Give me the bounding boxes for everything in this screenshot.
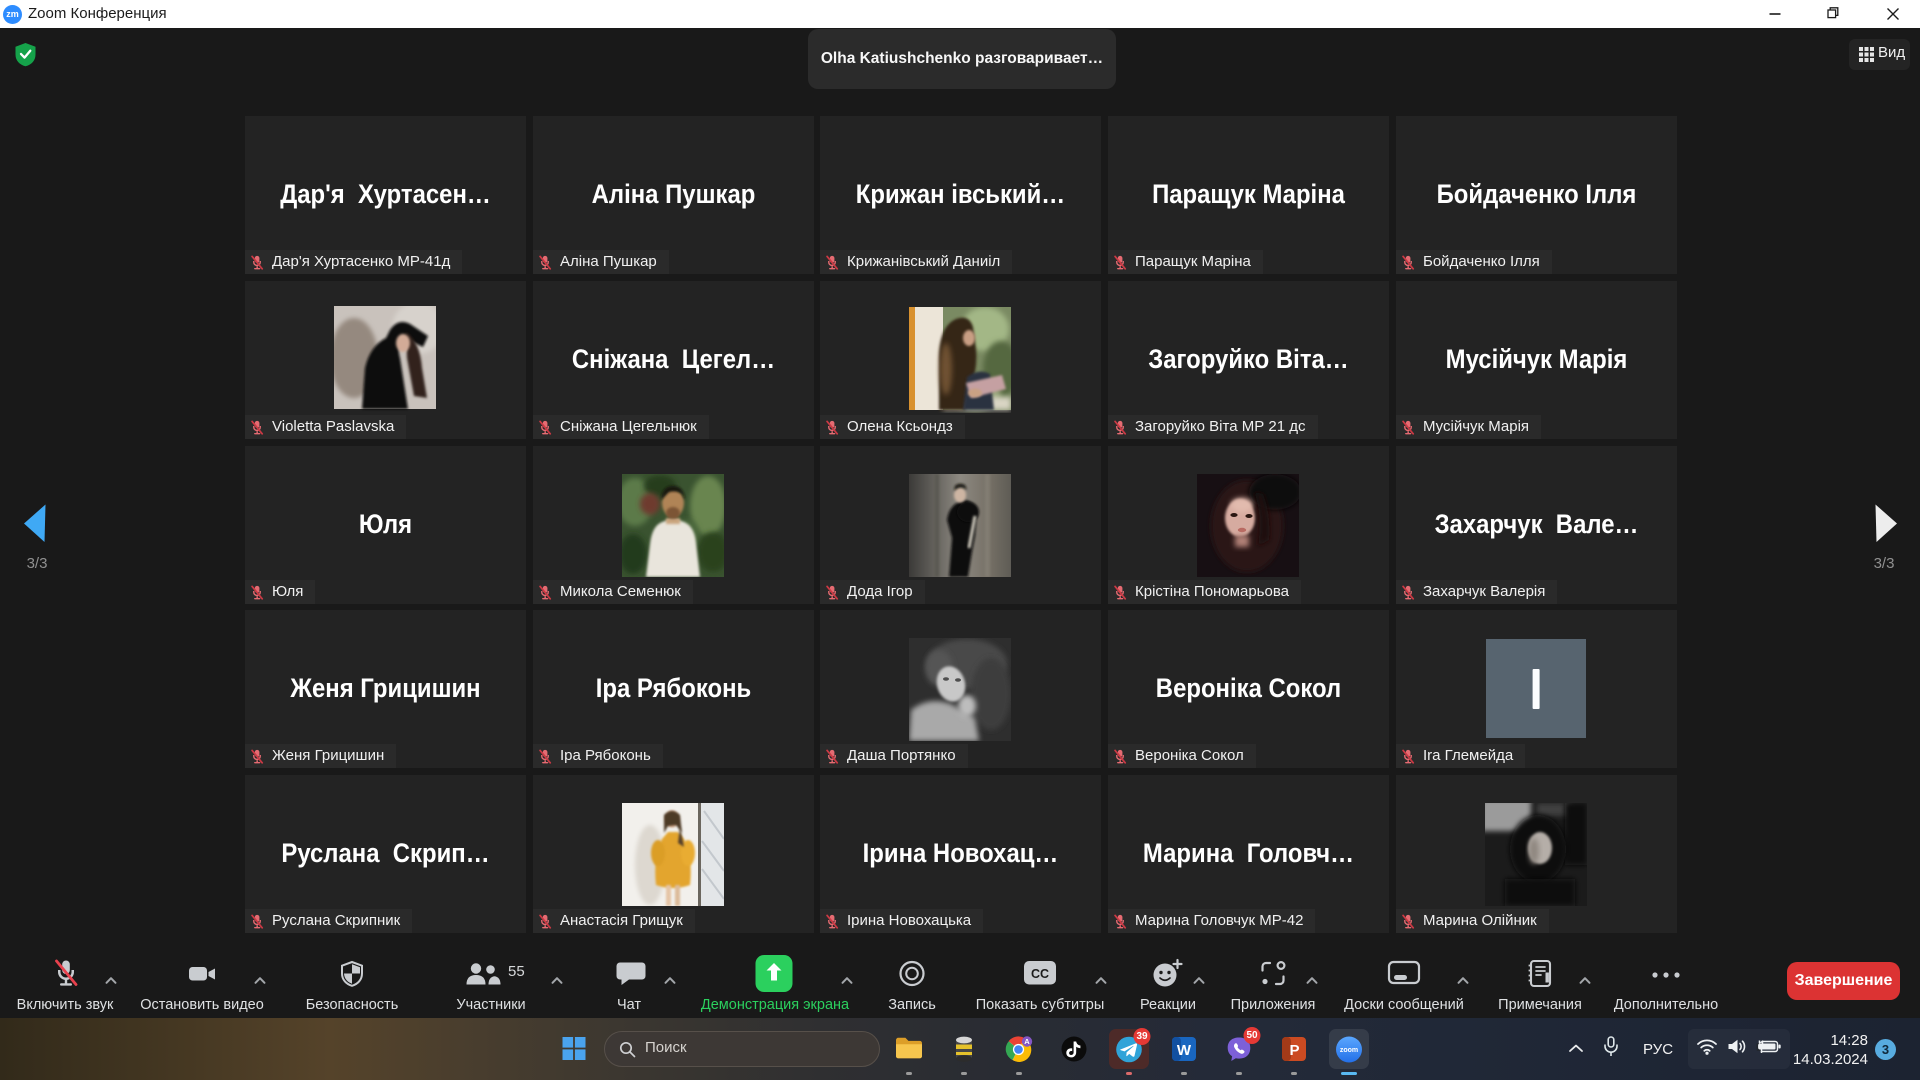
svg-text:CC: CC — [1031, 967, 1049, 981]
svg-text:P: P — [1289, 1042, 1299, 1059]
svg-text:A: A — [1024, 1037, 1030, 1046]
svg-text:W: W — [1177, 1042, 1192, 1059]
svg-text:zoom: zoom — [1340, 1047, 1358, 1054]
